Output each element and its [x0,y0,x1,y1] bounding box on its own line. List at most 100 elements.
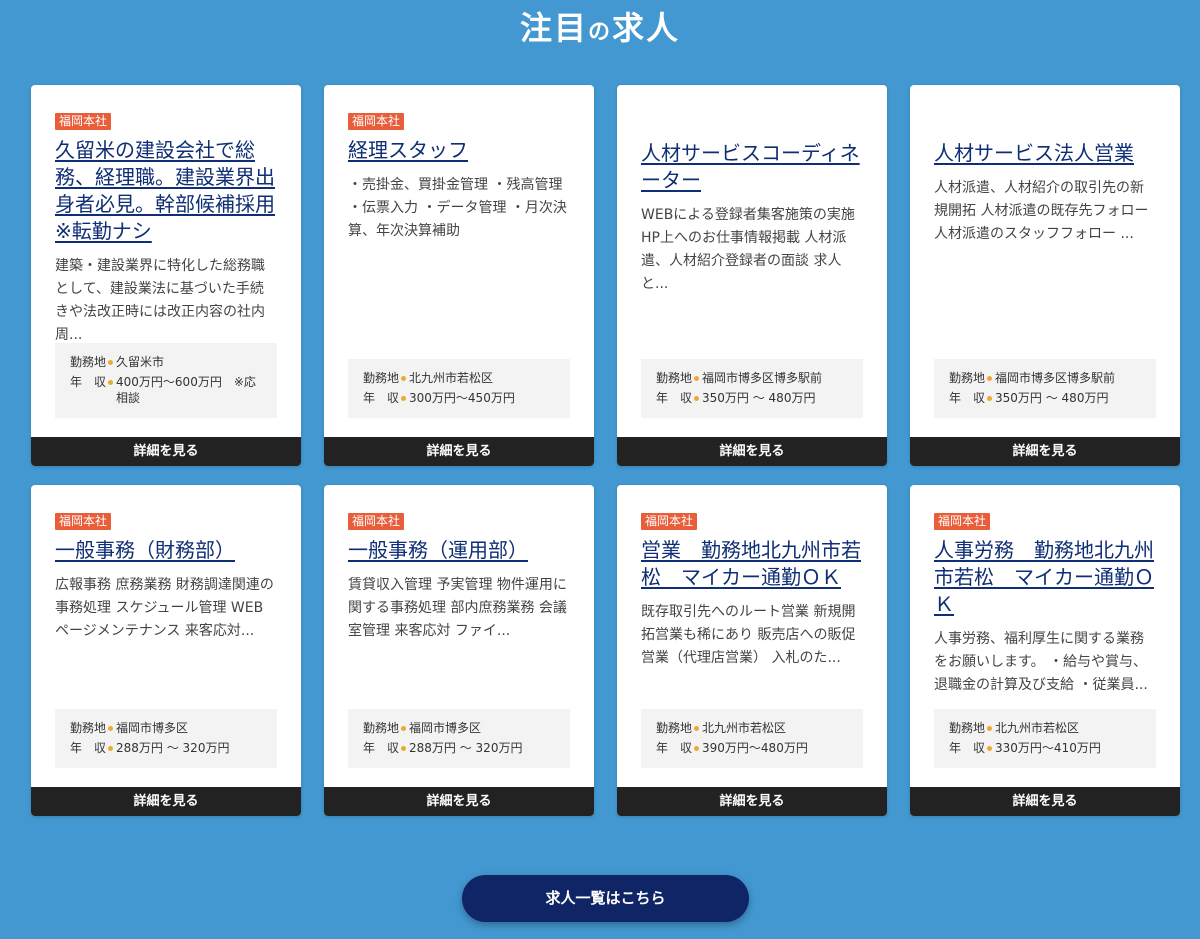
location-label: 勤務地 [656,721,693,735]
salary-value: 400万円～600万円 ※応相談 [116,375,256,405]
bullet-dot-icon [108,746,114,751]
job-card: 福岡本社 一般事務（財務部） 広報事務 庶務業務 財務調達関連の事務処理 スケジ… [31,485,301,816]
salary-value: 288万円 ～ 320万円 [116,741,230,755]
salary-value: 300万円～450万円 [409,391,515,405]
job-description: 賃貸収入管理 予実管理 物件運用に関する事務処理 部内庶務業務 会議室管理 来客… [348,577,567,639]
salary-label: 年 収 [70,375,107,389]
location-row: 勤務地 北九州市若松区 [949,720,1141,736]
salary-row: 年 収 350万円 ～ 480万円 [949,390,1141,406]
bullet-dot-icon [987,746,993,751]
bullet-dot-icon [401,726,407,731]
job-title-link[interactable]: 一般事務（運用部） [348,537,570,564]
section-title-part2: 求人 [612,9,681,47]
location-label: 勤務地 [70,355,107,369]
job-list-button[interactable]: 求人一覧はこちら [462,875,749,922]
office-badge: 福岡本社 [641,513,698,530]
location-value: 北九州市若松区 [409,371,494,385]
view-details-button[interactable]: 詳細を見る [324,787,594,816]
bullet-dot-icon [108,380,114,385]
salary-row: 年 収 350万円 ～ 480万円 [656,390,848,406]
job-title-link[interactable]: 一般事務（財務部） [55,537,277,564]
job-info-box: 勤務地 北九州市若松区 年 収 300万円～450万円 [348,359,570,418]
salary-label: 年 収 [656,741,693,755]
location-row: 勤務地 福岡市博多区 [70,720,262,736]
location-value: 北九州市若松区 [702,721,787,735]
office-badge: 福岡本社 [348,513,405,530]
office-badge: 福岡本社 [348,113,405,130]
job-card: 人材サービスコーディネーター WEBによる登録者集客施策の実施 HP上へのお仕事… [617,85,887,466]
bullet-dot-icon [108,360,114,365]
location-row: 勤務地 福岡市博多区博多駅前 [656,370,848,386]
location-label: 勤務地 [363,371,400,385]
salary-row: 年 収 288万円 ～ 320万円 [70,740,262,756]
view-details-button[interactable]: 詳細を見る [910,437,1180,466]
job-description: WEBによる登録者集客施策の実施 HP上へのお仕事情報掲載 人材派遣、人材紹介登… [641,207,855,292]
job-info-box: 勤務地 北九州市若松区 年 収 390万円～480万円 [641,709,863,768]
salary-row: 年 収 300万円～450万円 [363,390,555,406]
location-value: 福岡市博多区博多駅前 [702,371,823,385]
location-row: 勤務地 福岡市博多区博多駅前 [949,370,1141,386]
salary-row: 年 収 288万円 ～ 320万円 [363,740,555,756]
job-description: 人事労務、福利厚生に関する業務をお願いします。 ・給与や賞与、退職金の計算及び支… [934,631,1148,693]
location-row: 勤務地 久留米市 [70,354,262,370]
section-title: 注目の求人 [0,6,1200,55]
job-card: 福岡本社 営業 勤務地北九州市若松 マイカー通勤ＯＫ 既存取引先へのルート営業 … [617,485,887,816]
salary-value: 330万円～410万円 [995,741,1101,755]
view-details-button[interactable]: 詳細を見る [31,787,301,816]
salary-label: 年 収 [949,741,986,755]
job-info-box: 勤務地 福岡市博多区博多駅前 年 収 350万円 ～ 480万円 [641,359,863,418]
salary-label: 年 収 [656,391,693,405]
salary-label: 年 収 [949,391,986,405]
salary-row: 年 収 400万円～600万円 ※応相談 [70,374,262,406]
salary-label: 年 収 [363,741,400,755]
job-card: 福岡本社 久留米の建設会社で総務、経理職。建設業界出身者必見。幹部候補採用※転勤… [31,85,301,466]
location-value: 北九州市若松区 [995,721,1080,735]
salary-label: 年 収 [363,391,400,405]
location-value: 福岡市博多区博多駅前 [995,371,1116,385]
job-info-box: 勤務地 福岡市博多区 年 収 288万円 ～ 320万円 [55,709,277,768]
salary-value: 288万円 ～ 320万円 [409,741,523,755]
bullet-dot-icon [987,726,993,731]
job-title-link[interactable]: 久留米の建設会社で総務、経理職。建設業界出身者必見。幹部候補採用※転勤ナシ [55,137,277,245]
location-value: 久留米市 [116,355,165,369]
job-info-box: 勤務地 福岡市博多区博多駅前 年 収 350万円 ～ 480万円 [934,359,1156,418]
view-details-button[interactable]: 詳細を見る [31,437,301,466]
location-value: 福岡市博多区 [116,721,189,735]
job-title-link[interactable]: 経理スタッフ [348,137,570,164]
job-card: 福岡本社 人事労務 勤務地北九州市若松 マイカー通勤ＯＫ 人事労務、福利厚生に関… [910,485,1180,816]
job-description: ・売掛金、買掛金管理 ・残高管理 ・伝票入力 ・データ管理 ・月次決算、年次決算… [348,177,567,239]
job-info-box: 勤務地 北九州市若松区 年 収 330万円～410万円 [934,709,1156,768]
office-badge: 福岡本社 [55,513,112,530]
section-title-particle: の [587,20,612,45]
bullet-dot-icon [108,726,114,731]
bullet-dot-icon [694,376,700,381]
view-details-button[interactable]: 詳細を見る [617,437,887,466]
view-details-button[interactable]: 詳細を見る [324,437,594,466]
location-value: 福岡市博多区 [409,721,482,735]
view-details-button[interactable]: 詳細を見る [910,787,1180,816]
job-card-grid: 福岡本社 久留米の建設会社で総務、経理職。建設業界出身者必見。幹部候補採用※転勤… [31,85,1180,816]
bullet-dot-icon [401,376,407,381]
job-description: 建築・建設業界に特化した総務職として、建設業法に基づいた手続きや法改正時には改正… [55,258,265,343]
job-info-box: 勤務地 久留米市 年 収 400万円～600万円 ※応相談 [55,343,277,418]
location-label: 勤務地 [949,721,986,735]
salary-row: 年 収 390万円～480万円 [656,740,848,756]
view-details-button[interactable]: 詳細を見る [617,787,887,816]
location-label: 勤務地 [70,721,107,735]
bullet-dot-icon [401,746,407,751]
job-title-link[interactable]: 人材サービス法人営業 [934,140,1156,167]
salary-label: 年 収 [70,741,107,755]
location-row: 勤務地 福岡市博多区 [363,720,555,736]
job-title-link[interactable]: 営業 勤務地北九州市若松 マイカー通勤ＯＫ [641,537,863,591]
job-card: 人材サービス法人営業 人材派遣、人材紹介の取引先の新規開拓 人材派遣の既存先フォ… [910,85,1180,466]
bullet-dot-icon [694,726,700,731]
bullet-dot-icon [987,396,993,401]
salary-row: 年 収 330万円～410万円 [949,740,1141,756]
job-title-link[interactable]: 人事労務 勤務地北九州市若松 マイカー通勤ＯＫ [934,537,1156,618]
job-title-link[interactable]: 人材サービスコーディネーター [641,140,863,194]
salary-value: 350万円 ～ 480万円 [995,391,1109,405]
location-row: 勤務地 北九州市若松区 [363,370,555,386]
location-label: 勤務地 [949,371,986,385]
job-card: 福岡本社 経理スタッフ ・売掛金、買掛金管理 ・残高管理 ・伝票入力 ・データ管… [324,85,594,466]
bullet-dot-icon [401,396,407,401]
